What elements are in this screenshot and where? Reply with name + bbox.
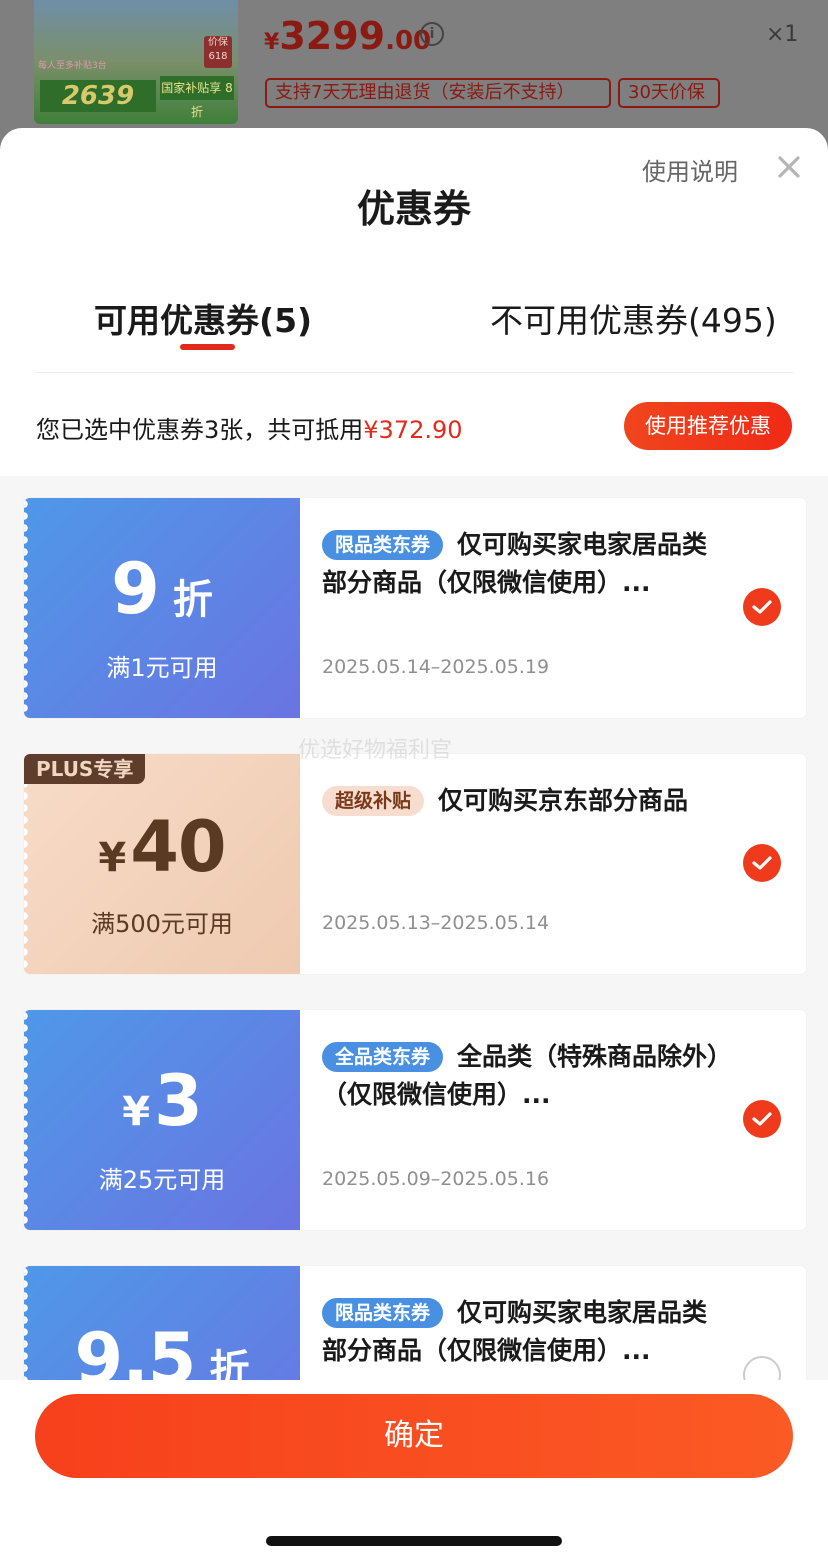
check-icon [752, 600, 772, 614]
coupon-value-panel: ¥3 满25元可用 [24, 1010, 300, 1230]
coupon-type-tag: 限品类东券 [322, 530, 444, 560]
return-policy-tag: 支持7天无理由退货（安装后不支持） [265, 78, 611, 108]
coupon-type-tag: 限品类东券 [322, 1298, 444, 1328]
product-thumbnail: 价保 618 每人至多补贴3台 2639 国家补贴享 8折 [34, 0, 238, 124]
coupon-description: 全品类东券 全品类（特殊商品除外）（仅限微信使用）... [322, 1038, 732, 1114]
coupon-card[interactable]: 9折 满1元可用 限品类东券 仅可购买家电家居品类部分商品（仅限微信使用）... … [24, 498, 806, 718]
coupon-sheet: 优惠券 使用说明 可用优惠券(5) 不可用优惠券(495) 您已选中优惠券3张，… [0, 128, 828, 1563]
coupon-value-number: 3 [154, 1060, 203, 1142]
coupon-value-number: 40 [130, 806, 226, 888]
price-protect-tag: 30天价保 [618, 78, 720, 108]
coupon-condition: 满500元可用 [91, 910, 233, 938]
coupon-details: 限品类东券 仅可购买家电家居品类部分商品（仅限微信使用）... 2025.05.1… [300, 498, 806, 718]
close-icon[interactable] [776, 154, 802, 180]
coupon-date: 2025.05.13–2025.05.14 [322, 912, 550, 934]
coupon-value-currency: ¥ [122, 1089, 151, 1135]
active-tab-indicator [180, 344, 235, 350]
coupon-checkbox-checked[interactable] [743, 1100, 781, 1138]
coupon-condition: 满25元可用 [98, 1166, 226, 1194]
plus-exclusive-badge: PLUS专享 [24, 754, 146, 784]
home-indicator [266, 1536, 562, 1546]
coupon-value: ¥3 [24, 1060, 300, 1142]
coupon-date: 2025.05.14–2025.05.19 [322, 656, 550, 678]
coupon-value-number: 9 [111, 548, 160, 630]
selected-summary-text: 您已选中优惠券3张，共可抵用 [36, 416, 364, 444]
coupon-value-unit: 折 [172, 577, 213, 623]
info-icon[interactable]: i [420, 22, 444, 46]
coupon-details: 全品类东券 全品类（特殊商品除外）（仅限微信使用）... 2025.05.09–2… [300, 1010, 806, 1230]
coupon-description: 限品类东券 仅可购买家电家居品类部分商品（仅限微信使用）... [322, 1294, 732, 1370]
coupon-checkbox-checked[interactable] [743, 588, 781, 626]
coupon-value-panel: ¥40 满500元可用 [24, 754, 300, 974]
thumb-subsidy: 国家补贴享 8折 [160, 76, 234, 119]
coupon-type-tag: 超级补贴 [322, 786, 425, 816]
coupon-details: 超级补贴 仅可购买京东部分商品 2025.05.13–2025.05.14 [300, 754, 806, 974]
divider [34, 372, 794, 373]
use-recommended-button[interactable]: 使用推荐优惠 [624, 402, 792, 450]
product-price: ¥3299.00 [264, 14, 431, 58]
coupon-date: 2025.05.09–2025.05.16 [322, 1168, 550, 1190]
coupon-condition: 满1元可用 [106, 654, 218, 682]
coupon-card[interactable]: ¥3 满25元可用 全品类东券 全品类（特殊商品除外）（仅限微信使用）... 20… [24, 1010, 806, 1230]
thumb-text: 每人至多补贴3台 [38, 61, 107, 71]
coupon-checkbox-checked[interactable] [743, 844, 781, 882]
confirm-button[interactable]: 确定 [35, 1394, 793, 1478]
check-icon [752, 1112, 772, 1126]
tab-available[interactable]: 可用优惠券(5) [94, 294, 312, 342]
coupon-value-panel: 9折 满1元可用 [24, 498, 300, 718]
coupon-description: 超级补贴 仅可购买京东部分商品 [322, 782, 732, 820]
product-quantity: ×1 [766, 22, 799, 47]
selected-amount: ¥372.90 [363, 416, 463, 444]
thumb-badge: 价保 618 [204, 36, 232, 68]
coupon-type-tag: 全品类东券 [322, 1042, 444, 1072]
price-currency: ¥ [264, 30, 280, 55]
coupon-description: 限品类东券 仅可购买家电家居品类部分商品（仅限微信使用）... [322, 526, 732, 602]
selected-summary: 您已选中优惠券3张，共可抵用¥372.90 [36, 410, 463, 445]
coupon-value-currency: ¥ [98, 835, 127, 881]
watermark: 优选好物福利官 [298, 738, 453, 763]
price-integer: 3299 [279, 14, 386, 58]
coupon-description-text: 仅可购买京东部分商品 [438, 786, 689, 815]
footer-bar: 确定 [0, 1380, 828, 1563]
coupon-value: ¥40 [24, 806, 300, 888]
coupon-card[interactable]: ¥40 满500元可用 PLUS专享 超级补贴 仅可购买京东部分商品 2025.0… [24, 754, 806, 974]
usage-help-link[interactable]: 使用说明 [642, 152, 738, 187]
check-icon [752, 856, 772, 870]
thumb-price: 2639 [40, 80, 156, 112]
coupon-value: 9折 [24, 548, 300, 630]
tab-unavailable[interactable]: 不可用优惠券(495) [490, 294, 777, 342]
